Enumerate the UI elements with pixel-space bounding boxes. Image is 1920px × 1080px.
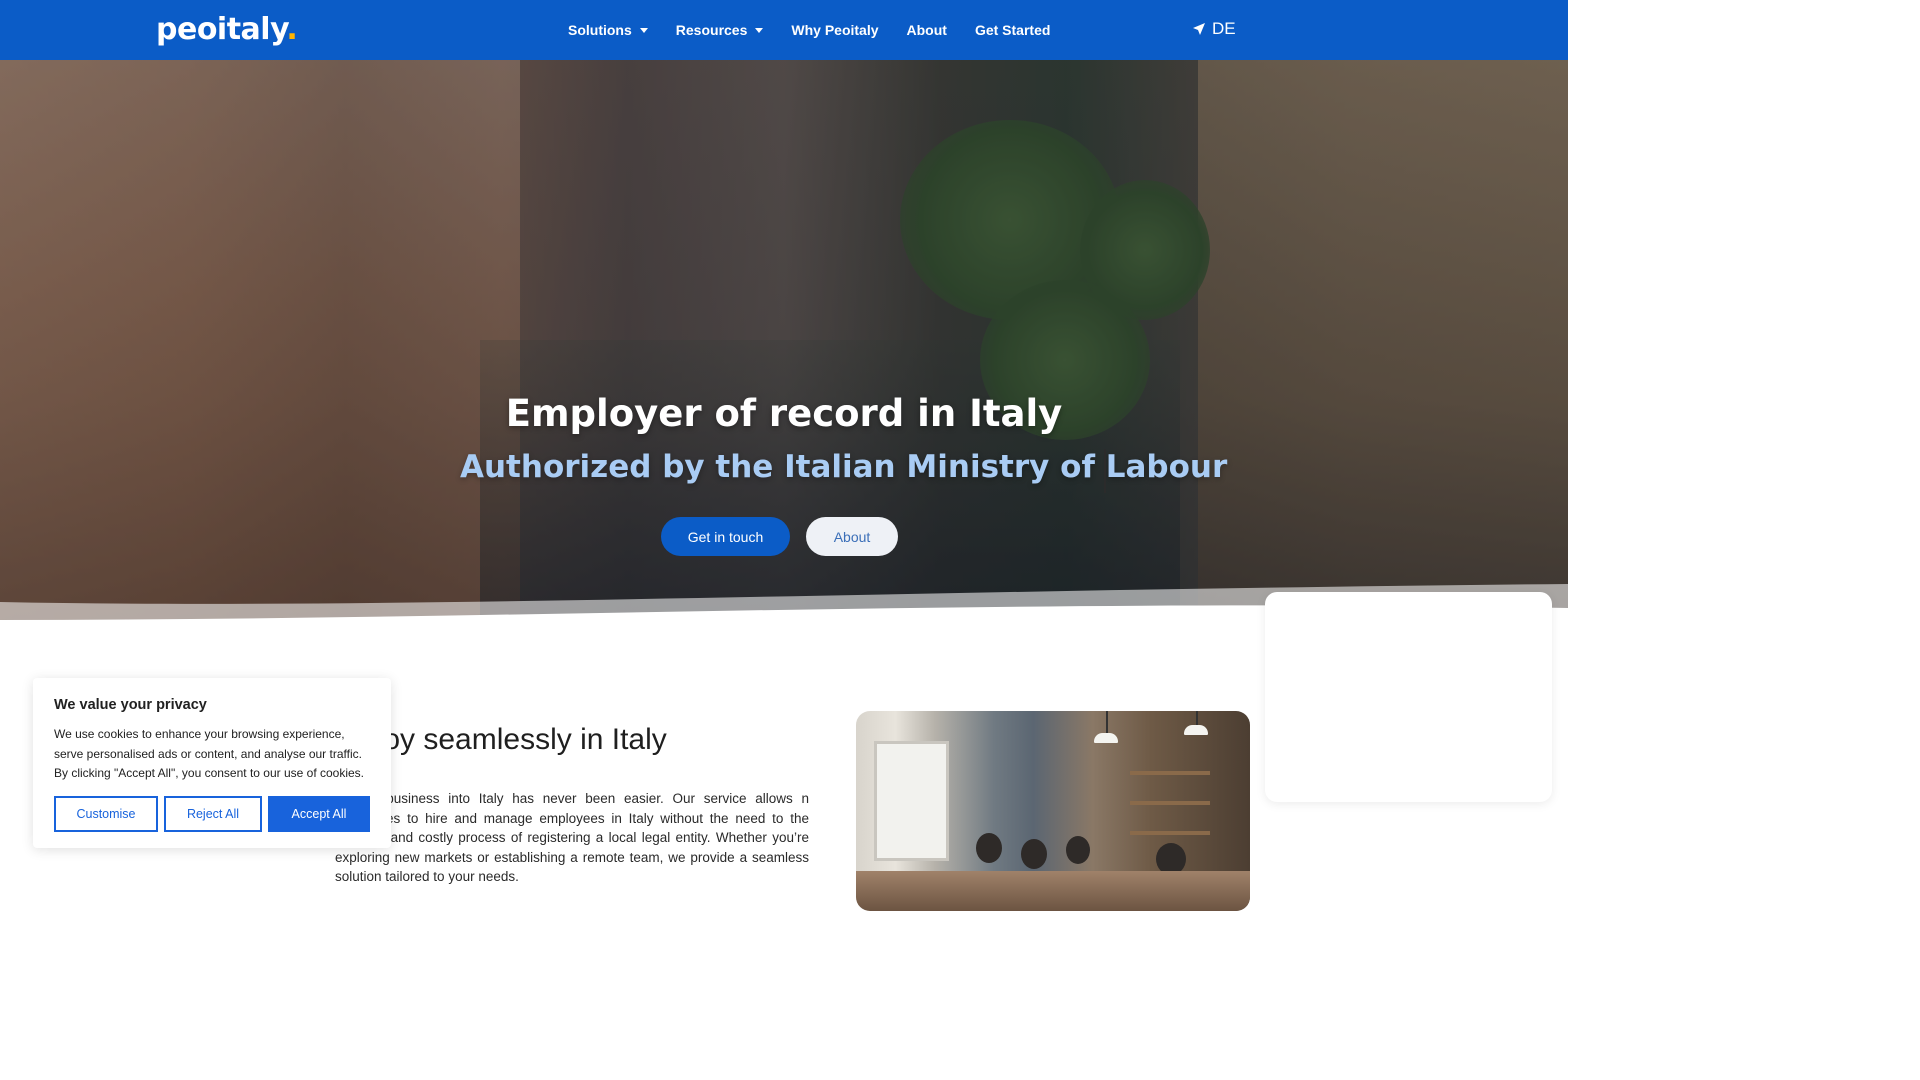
get-in-touch-button[interactable]: Get in touch — [661, 517, 790, 556]
language-switcher[interactable]: DE — [1192, 19, 1236, 39]
logo-text: peoitaly — [156, 12, 287, 47]
photo-table — [856, 871, 1250, 911]
cookie-consent-banner: We value your privacy We use cookies to … — [33, 678, 391, 848]
nav-item-about[interactable]: About — [907, 22, 947, 38]
nav-item-solutions[interactable]: Solutions — [568, 22, 648, 38]
hero-title: Employer of record in Italy — [505, 392, 1063, 435]
photo-lamp-cord — [1106, 711, 1108, 733]
site-logo[interactable]: peoitaly. — [156, 12, 298, 47]
section-title: ploy seamlessly in Italy — [360, 723, 667, 756]
photo-person — [1066, 836, 1090, 864]
nav-item-label: Why Peoitaly — [791, 22, 879, 38]
chat-widget-panel — [1265, 592, 1552, 802]
nav-item-why-peoitaly[interactable]: Why Peoitaly — [791, 22, 878, 38]
nav-item-get-started[interactable]: Get Started — [975, 22, 1050, 38]
accept-all-button[interactable]: Accept All — [268, 796, 370, 832]
nav-item-label: Solutions — [568, 22, 632, 38]
photo-lampshade — [1094, 733, 1118, 743]
section-body-text: g your business into Italy has never bee… — [335, 791, 809, 885]
customise-button[interactable]: Customise — [54, 796, 158, 832]
chevron-down-icon — [639, 27, 648, 33]
nav-item-label: About — [906, 22, 947, 38]
photo-shelf — [1130, 801, 1210, 805]
photo-window — [874, 741, 949, 861]
nav-item-resources[interactable]: Resources — [676, 22, 764, 38]
language-label: DE — [1212, 19, 1236, 38]
photo-person — [976, 833, 1002, 863]
hero-subtitle: Authorized by the Italian Ministry of La… — [460, 449, 1228, 485]
logo-dot: . — [286, 12, 298, 47]
about-button[interactable]: About — [806, 517, 898, 556]
photo-lampshade — [1184, 725, 1208, 735]
photo-shelf — [1130, 771, 1210, 775]
top-navbar: peoitaly. Solutions Resources Why Peoita… — [0, 0, 1568, 60]
chevron-down-icon — [755, 27, 764, 33]
cookie-title: We value your privacy — [54, 697, 207, 713]
typing-cursor — [1104, 449, 1106, 493]
main-menu: Solutions Resources Why Peoitaly About G… — [568, 0, 1078, 60]
office-photo — [856, 711, 1250, 911]
photo-person — [1021, 839, 1047, 869]
nav-item-label: Resources — [675, 22, 748, 38]
cookie-text: We use cookies to enhance your browsing … — [54, 727, 365, 780]
reject-all-button[interactable]: Reject All — [164, 796, 262, 832]
photo-shelf — [1130, 831, 1210, 835]
nav-item-label: Get Started — [974, 22, 1051, 38]
location-arrow-icon — [1193, 23, 1205, 35]
